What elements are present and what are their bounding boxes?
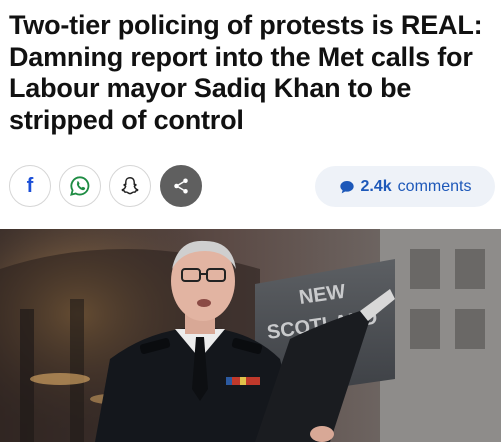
share-button[interactable] xyxy=(160,165,202,207)
comments-count: 2.4k xyxy=(360,177,392,195)
facebook-share-button[interactable]: f xyxy=(9,165,51,207)
comments-label: comments xyxy=(397,177,472,195)
article-page: Two-tier policing of protests is REAL: D… xyxy=(0,0,501,442)
snapchat-share-button[interactable] xyxy=(109,165,151,207)
whatsapp-share-button[interactable] xyxy=(59,165,101,207)
facebook-icon: f xyxy=(26,174,34,197)
speech-bubble-icon xyxy=(339,180,354,193)
whatsapp-icon xyxy=(70,176,90,196)
share-icon xyxy=(174,178,188,194)
comments-button[interactable]: 2.4k comments xyxy=(315,166,495,207)
hero-image: NEW SCOTLAND xyxy=(0,229,501,442)
article-headline: Two-tier policing of protests is REAL: D… xyxy=(9,10,483,135)
share-bar: f 2.4k comments xyxy=(9,165,495,209)
snapchat-icon xyxy=(121,177,139,195)
